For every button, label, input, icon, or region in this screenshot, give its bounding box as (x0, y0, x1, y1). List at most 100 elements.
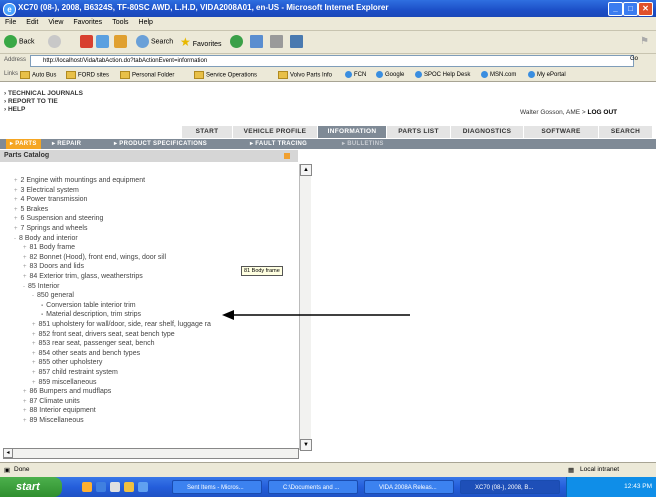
collapse-icon[interactable]: - (23, 284, 25, 290)
tab-software[interactable]: SOFTWARE (524, 126, 599, 138)
task-xc70[interactable]: XC70 (08-), 2008, B... (460, 480, 560, 494)
subtab-parts[interactable]: ▸ PARTS (6, 139, 41, 149)
tab-information[interactable]: INFORMATION (318, 126, 387, 138)
expand-icon[interactable]: + (23, 255, 27, 261)
quicklaunch-icon[interactable] (96, 482, 106, 492)
quicklaunch-icon[interactable] (124, 482, 134, 492)
leaf-icon[interactable]: ▪ (41, 303, 43, 309)
panel-close-icon[interactable] (284, 153, 290, 159)
subtab-bulletins[interactable]: ▸ BULLETINS (342, 139, 384, 149)
scroll-down-icon[interactable]: ▼ (300, 439, 312, 451)
tab-parts-list[interactable]: PARTS LIST (387, 126, 451, 138)
link-google[interactable]: Google (376, 71, 404, 78)
tree-node[interactable]: +6 Suspension and steering (14, 214, 103, 224)
research-button[interactable] (290, 35, 305, 49)
tree-node[interactable]: +855 other upholstery (32, 358, 102, 368)
expand-icon[interactable]: + (23, 264, 27, 270)
maximize-button[interactable]: □ (623, 2, 638, 16)
tab-search[interactable]: SEARCH (599, 126, 653, 138)
tab-vehicle-profile[interactable]: VEHICLE PROFILE (233, 126, 318, 138)
link-fcn[interactable]: FCN (345, 71, 366, 78)
scroll-left-icon[interactable]: ◂ (3, 448, 13, 458)
refresh-button[interactable] (96, 35, 111, 49)
mail-button[interactable] (250, 35, 265, 49)
expand-icon[interactable]: + (14, 207, 18, 213)
subtab-fault-tracing[interactable]: ▸ FAULT TRACING (250, 139, 307, 149)
print-button[interactable] (270, 35, 285, 49)
back-button[interactable]: Back (4, 35, 35, 49)
expand-icon[interactable]: + (32, 351, 36, 357)
link-report-to-tie[interactable]: › REPORT TO TIE (4, 98, 58, 105)
menu-help[interactable]: Help (134, 17, 158, 26)
link-auto-bus[interactable]: Auto Bus (20, 71, 56, 79)
collapse-icon[interactable]: - (14, 236, 16, 242)
start-button[interactable]: start (0, 477, 62, 497)
tab-start[interactable]: START (182, 126, 233, 138)
address-input[interactable]: http://localhost/Vida/tabAction.do?tabAc… (30, 55, 634, 67)
quicklaunch-icon[interactable] (138, 482, 148, 492)
expand-icon[interactable]: + (23, 408, 27, 414)
expand-icon[interactable]: + (23, 274, 27, 280)
horizontal-scrollbar[interactable]: ◂ (3, 448, 299, 459)
link-technical-journals[interactable]: › TECHNICAL JOURNALS (4, 90, 83, 97)
expand-icon[interactable]: + (23, 399, 27, 405)
expand-icon[interactable]: + (14, 188, 18, 194)
expand-icon[interactable]: + (32, 332, 36, 338)
search-button[interactable]: Search (136, 35, 173, 49)
link-help[interactable]: › HELP (4, 106, 25, 113)
link-my-eportal[interactable]: My ePortal (528, 71, 566, 78)
menu-tools[interactable]: Tools (107, 17, 133, 26)
expand-icon[interactable]: + (23, 245, 27, 251)
expand-icon[interactable]: + (14, 226, 18, 232)
link-ford-sites[interactable]: FORD sites (66, 71, 109, 79)
quicklaunch-icon[interactable] (110, 482, 120, 492)
leaf-icon[interactable]: ▪ (41, 312, 43, 318)
expand-icon[interactable]: + (14, 197, 18, 203)
link-service-operations[interactable]: Service Operations (194, 71, 257, 79)
tree-node[interactable]: +857 child restraint system (32, 368, 118, 378)
collapse-icon[interactable]: - (32, 293, 34, 299)
tab-diagnostics[interactable]: DIAGNOSTICS (451, 126, 524, 138)
tree-node[interactable]: ▪ Material description, trim strips (41, 310, 141, 320)
favorites-button[interactable]: ★ Favorites (180, 35, 222, 49)
tree-node[interactable]: +853 rear seat, passenger seat, bench (32, 339, 154, 349)
expand-icon[interactable]: + (14, 216, 18, 222)
subtab-product-specifications[interactable]: ▸ PRODUCT SPECIFICATIONS (114, 139, 207, 149)
tree-node[interactable]: +88 Interior equipment (23, 406, 96, 416)
home-button[interactable] (114, 35, 129, 49)
tree-node[interactable]: +89 Miscellaneous (23, 416, 84, 426)
forward-button[interactable] (48, 35, 63, 49)
menu-file[interactable]: File (0, 17, 21, 26)
tree-node[interactable]: +2 Engine with mountings and equipment (14, 176, 145, 186)
tree-node[interactable]: +81 Body frame (23, 243, 75, 253)
minimize-button[interactable]: _ (608, 2, 623, 16)
link-volvo-parts-info[interactable]: Volvo Parts Info (278, 71, 332, 79)
history-button[interactable] (230, 35, 245, 49)
tree-node[interactable]: +84 Exterior trim, glass, weatherstrips (23, 272, 143, 282)
task-sent-items[interactable]: Sent Items - Micros... (172, 480, 262, 494)
quicklaunch-icon[interactable] (82, 482, 92, 492)
expand-icon[interactable]: + (32, 360, 36, 366)
scroll-up-icon[interactable]: ▲ (300, 164, 312, 176)
expand-icon[interactable]: + (32, 370, 36, 376)
tree-node[interactable]: +851 upholstery for wall/door, side, rea… (32, 320, 211, 330)
link-msn[interactable]: MSN.com (481, 71, 516, 78)
logout-link[interactable]: LOG OUT (588, 109, 618, 116)
expand-icon[interactable]: + (32, 322, 36, 328)
tree-node[interactable]: +86 Bumpers and mudflaps (23, 387, 111, 397)
expand-icon[interactable]: + (23, 418, 27, 424)
task-vida-release[interactable]: VIDA 2008A Releas... (364, 480, 454, 494)
menu-edit[interactable]: Edit (21, 17, 43, 26)
tree-node[interactable]: +4 Power transmission (14, 195, 87, 205)
vertical-scrollbar[interactable]: ▲ ▼ (299, 164, 312, 451)
task-documents[interactable]: C:\Documents and ... (268, 480, 358, 494)
expand-icon[interactable]: + (23, 389, 27, 395)
tree-node[interactable]: +83 Doors and lids (23, 262, 84, 272)
link-spoc-help-desk[interactable]: SPOC Help Desk (415, 71, 470, 78)
menu-view[interactable]: View (43, 17, 68, 26)
link-personal-folder[interactable]: Personal Folder (120, 71, 174, 79)
go-button[interactable]: Go (630, 56, 638, 62)
tree-node[interactable]: -850 general (32, 291, 74, 301)
menu-favorites[interactable]: Favorites (68, 17, 107, 26)
expand-icon[interactable]: + (14, 178, 18, 184)
